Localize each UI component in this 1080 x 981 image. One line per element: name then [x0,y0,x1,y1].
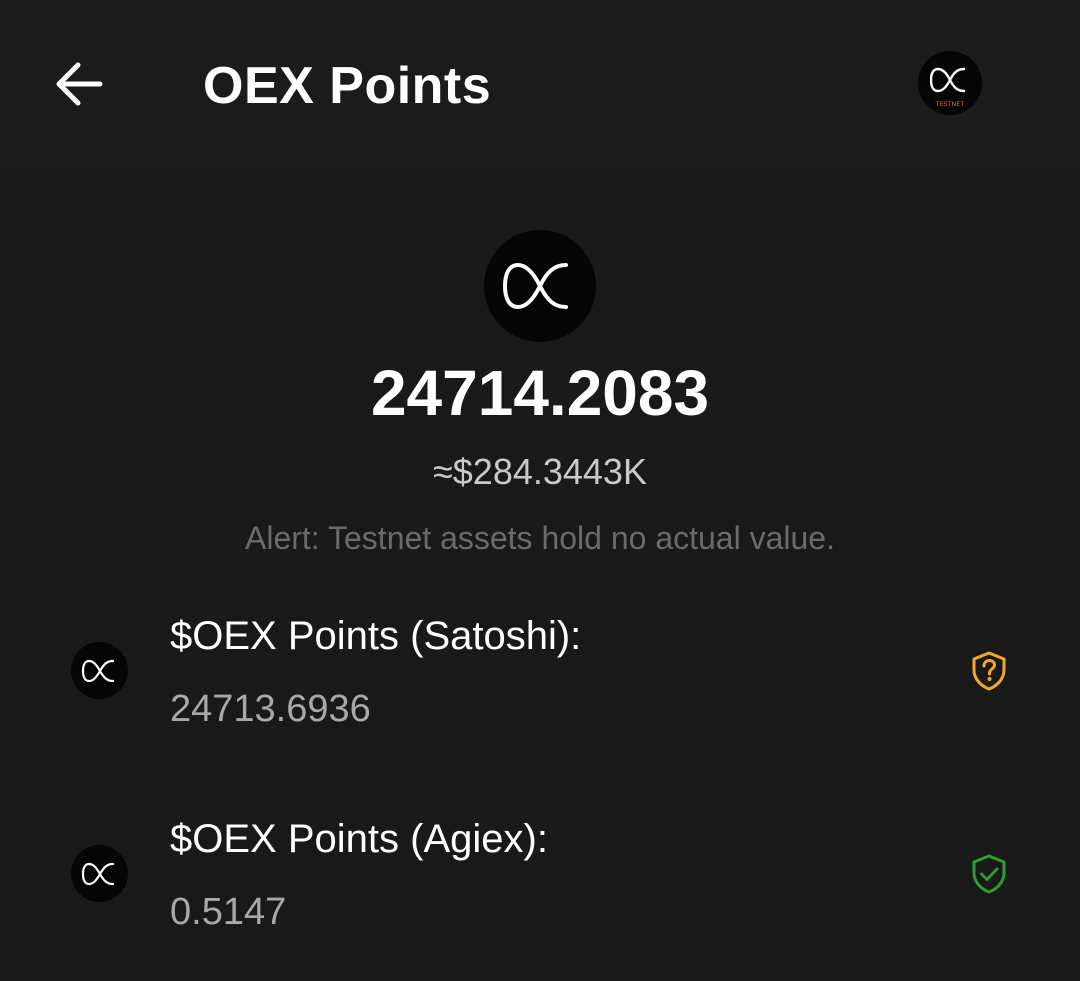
asset-value: 24713.6936 [170,688,371,730]
screen: OEX Points TESTNET 24714.2083 ≈$284.3443… [0,0,1080,981]
asset-row-agiex[interactable]: $OEX Points (Agiex): 0.5147 [0,803,1080,953]
oex-logo [71,845,128,902]
header: OEX Points TESTNET [0,0,1080,170]
asset-row-satoshi[interactable]: $OEX Points (Satoshi): 24713.6936 [0,600,1080,750]
asset-label: $OEX Points (Agiex): [170,817,548,861]
asset-label: $OEX Points (Satoshi): [170,614,582,658]
balance-fiat-value: ≈$284.3443K [433,451,647,492]
page-title: OEX Points [203,57,492,115]
oex-logo-icon [81,659,115,683]
asset-value: 0.5147 [170,891,287,933]
oex-logo-icon [81,862,115,886]
token-logo [484,230,596,342]
oex-logo-icon [930,67,966,93]
network-badge: TESTNET [935,101,965,108]
shield-check-icon[interactable] [968,853,1010,895]
oex-logo [71,642,128,699]
shield-question-icon[interactable] [968,650,1010,692]
testnet-alert: Alert: Testnet assets hold no actual val… [245,520,835,556]
balance-amount: 24714.2083 [370,357,710,429]
back-button[interactable] [50,56,108,112]
oex-logo-icon [502,262,568,310]
arrow-left-icon [56,62,103,106]
network-avatar[interactable]: TESTNET [918,51,982,115]
